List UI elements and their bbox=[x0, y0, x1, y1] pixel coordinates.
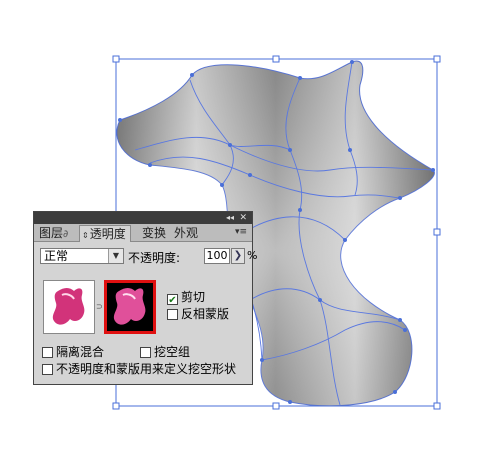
opacity-slider-toggle-icon[interactable]: ❯ bbox=[231, 248, 245, 264]
tab-toggle-arrows-icon: ⇕ bbox=[82, 231, 89, 240]
pink-shape-thumbnail-icon bbox=[52, 288, 85, 325]
percent-sign: % bbox=[247, 249, 258, 262]
tab-layers[interactable]: 图层∂ bbox=[39, 225, 68, 241]
clip-option[interactable]: ✔ 剪切 bbox=[167, 291, 205, 306]
opacity-input[interactable]: 100 bbox=[204, 248, 230, 264]
collapse-panel-icon[interactable]: ◂◂ bbox=[226, 212, 234, 224]
isolate-blending-checkbox[interactable] bbox=[42, 347, 53, 358]
tab-overflow-icon: ∂ bbox=[63, 229, 69, 240]
panel-tab-bar: 图层∂ ⇕透明度 变换 外观 ▾≡ bbox=[34, 224, 252, 242]
transparency-panel: ◂◂ ✕ 图层∂ ⇕透明度 变换 外观 ▾≡ 正常 ▼ 不透明度: 100 ❯ … bbox=[33, 211, 257, 385]
blend-mode-value: 正常 bbox=[44, 249, 69, 263]
invert-mask-checkbox[interactable] bbox=[167, 309, 178, 320]
artwork-thumbnail[interactable] bbox=[43, 280, 95, 334]
resize-handle-right[interactable] bbox=[433, 228, 441, 236]
knockout-group-checkbox[interactable] bbox=[140, 347, 151, 358]
panel-titlebar[interactable]: ◂◂ ✕ bbox=[34, 212, 252, 224]
resize-handle-top[interactable] bbox=[272, 55, 280, 63]
close-panel-icon[interactable]: ✕ bbox=[239, 212, 247, 224]
resize-handle-bottom-right[interactable] bbox=[433, 402, 441, 410]
knockout-group-option[interactable]: 挖空组 bbox=[140, 346, 190, 359]
invert-mask-option[interactable]: 反相蒙版 bbox=[167, 308, 229, 321]
resize-handle-top-left[interactable] bbox=[112, 55, 120, 63]
opacity-mask-knockout-option[interactable]: 不透明度和蒙版用来定义挖空形状 bbox=[42, 363, 236, 376]
chevron-down-icon[interactable]: ▼ bbox=[108, 249, 123, 263]
resize-handle-bottom[interactable] bbox=[272, 402, 280, 410]
panel-menu-icon[interactable]: ▾≡ bbox=[235, 227, 247, 237]
resize-handle-top-right[interactable] bbox=[433, 55, 441, 63]
tab-transparency[interactable]: ⇕透明度 bbox=[79, 225, 131, 242]
clip-checkbox[interactable]: ✔ bbox=[167, 294, 178, 306]
link-chain-icon[interactable]: ⊃ bbox=[96, 302, 103, 311]
tab-appearance[interactable]: 外观 bbox=[174, 225, 198, 241]
tab-transform[interactable]: 变换 bbox=[142, 225, 166, 241]
opacity-mask-thumbnail[interactable] bbox=[104, 280, 156, 334]
blend-mode-select[interactable]: 正常 ▼ bbox=[40, 248, 124, 264]
opacity-label: 不透明度: bbox=[128, 251, 181, 265]
opacity-mask-knockout-checkbox[interactable] bbox=[42, 364, 53, 375]
isolate-blending-option[interactable]: 隔离混合 bbox=[42, 346, 104, 359]
resize-handle-bottom-left[interactable] bbox=[112, 402, 120, 410]
pink-mask-shape-icon bbox=[113, 288, 146, 325]
